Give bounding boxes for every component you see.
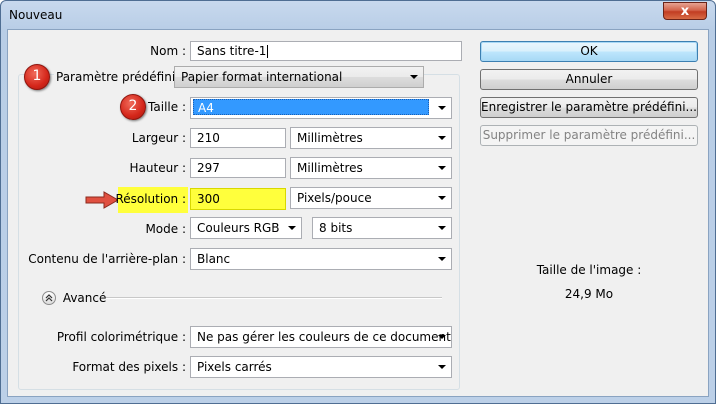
height-input[interactable]: 297	[190, 158, 286, 178]
close-icon: x	[680, 4, 690, 19]
chevron-down-icon	[288, 226, 296, 230]
width-label: Largeur :	[131, 131, 186, 145]
resolution-unit-select[interactable]: Pixels/pouce	[290, 187, 452, 209]
close-button[interactable]: x	[663, 2, 707, 20]
name-value: Sans titre-1	[197, 44, 267, 58]
resolution-input[interactable]: 300	[190, 188, 286, 210]
size-selection: A4	[193, 99, 429, 115]
chevron-down-icon	[438, 335, 446, 339]
color-profile-select[interactable]: Ne pas gérer les couleurs de ce document	[190, 326, 452, 348]
dialog-body: Nom : Sans titre-1 1 Paramètre prédéfini…	[7, 29, 709, 397]
chevron-down-icon	[438, 106, 446, 110]
chevron-down-icon	[438, 196, 446, 200]
width-input[interactable]: 210	[190, 128, 286, 148]
cancel-button[interactable]: Annuler	[480, 69, 698, 90]
height-label: Hauteur :	[129, 161, 186, 175]
bit-depth-value: 8 bits	[319, 221, 353, 235]
color-profile-value: Ne pas gérer les couleurs de ce document	[197, 330, 451, 344]
pixel-aspect-label: Format des pixels :	[72, 360, 186, 374]
mode-value: Couleurs RGB	[197, 221, 280, 235]
background-contents-label: Contenu de l'arrière-plan :	[28, 252, 186, 266]
resolution-label: Résolution :	[115, 192, 186, 206]
save-preset-button[interactable]: Enregistrer le paramètre prédéfini...	[480, 97, 698, 118]
background-contents-select[interactable]: Blanc	[190, 248, 452, 270]
height-unit-select[interactable]: Millimètres	[290, 157, 452, 179]
preset-select[interactable]: Papier format international	[174, 66, 424, 88]
width-unit-value: Millimètres	[297, 131, 363, 145]
delete-preset-button[interactable]: Supprimer le paramètre prédéfini...	[480, 125, 698, 146]
chevron-down-icon	[410, 75, 418, 79]
size-select[interactable]: A4	[190, 97, 452, 119]
bit-depth-select[interactable]: 8 bits	[312, 217, 452, 239]
size-label: Taille :	[148, 100, 186, 114]
chevron-down-icon	[438, 365, 446, 369]
annotation-badge-2: 2	[120, 94, 146, 120]
name-input[interactable]: Sans titre-1	[190, 41, 462, 61]
image-size-value: 24,9 Mo	[564, 287, 614, 301]
width-unit-select[interactable]: Millimètres	[290, 127, 452, 149]
name-label: Nom :	[150, 44, 186, 58]
background-contents-value: Blanc	[197, 252, 231, 266]
title-bar[interactable]: Nouveau x	[1, 1, 715, 29]
preset-value: Papier format international	[181, 70, 343, 84]
chevron-down-icon	[438, 226, 446, 230]
pixel-aspect-select[interactable]: Pixels carrés	[190, 356, 452, 378]
pixel-aspect-value: Pixels carrés	[197, 360, 272, 374]
height-unit-value: Millimètres	[297, 161, 363, 175]
advanced-separator	[106, 297, 442, 299]
preset-label: Paramètre prédéfini :	[54, 70, 186, 84]
chevron-down-icon	[438, 257, 446, 261]
mode-label: Mode :	[145, 222, 186, 236]
size-value: A4	[198, 101, 214, 115]
annotation-badge-1: 1	[24, 64, 50, 90]
image-size-label: Taille de l'image :	[536, 263, 642, 277]
advanced-label: Avancé	[62, 290, 107, 305]
chevron-down-icon	[438, 136, 446, 140]
resolution-unit-value: Pixels/pouce	[297, 191, 372, 205]
advanced-toggle[interactable]: Avancé	[42, 290, 106, 306]
dialog-window: Nouveau x Nom : Sans titre-1 1 Paramètre…	[0, 0, 716, 404]
window-title: Nouveau	[9, 8, 63, 22]
ok-button[interactable]: OK	[480, 41, 698, 62]
resolution-value: 300	[197, 192, 220, 206]
chevron-up-icon	[42, 290, 56, 305]
color-profile-label: Profil colorimétrique :	[56, 330, 186, 344]
mode-select[interactable]: Couleurs RGB	[190, 217, 302, 239]
chevron-down-icon	[438, 166, 446, 170]
